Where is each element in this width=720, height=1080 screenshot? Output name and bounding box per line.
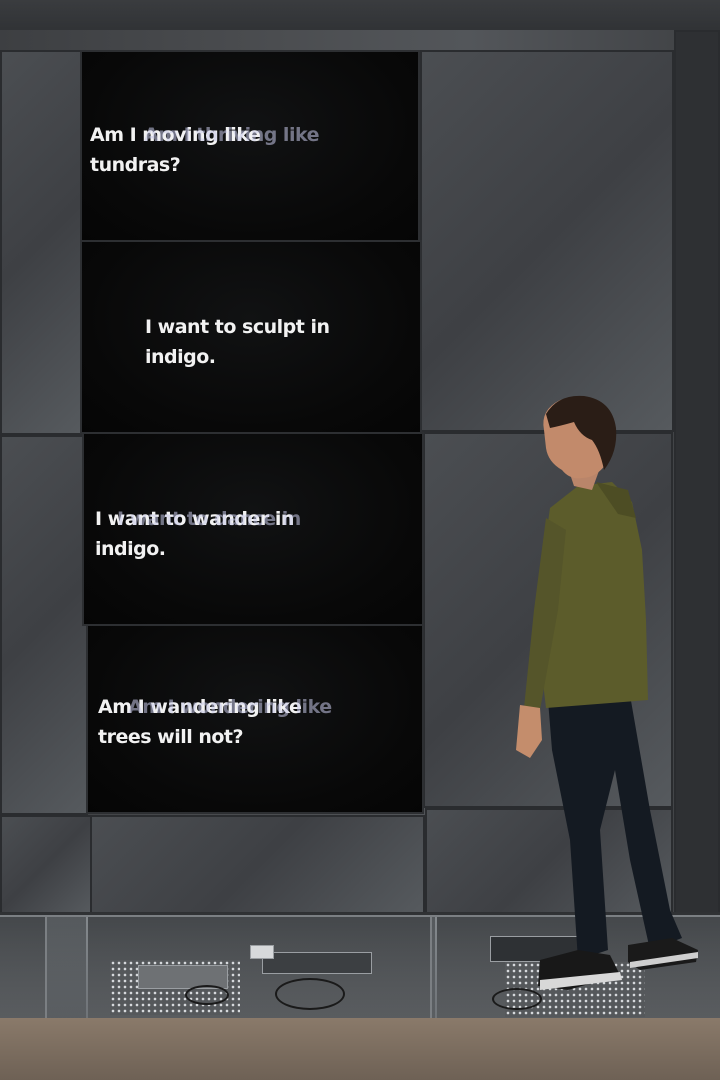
display-screen-4: Am I wondering like Am I wandering like … (86, 624, 424, 814)
screen-4-ghost-text: Am I wondering like (128, 696, 332, 718)
screen-3-line-2: indigo. (95, 538, 166, 560)
screen-4-caption: Am I wondering like Am I wandering like … (98, 692, 332, 752)
equipment-box (250, 945, 274, 959)
wall-panel (0, 435, 88, 815)
person-figure (516, 395, 698, 990)
screen-1-caption: Am I thriving like Am I moving like tund… (90, 120, 319, 180)
screen-4-line-2: trees will not? (98, 726, 244, 748)
screen-2-caption: I want to sculpt in indigo. (145, 312, 330, 372)
screen-1-ghost-text: Am I thriving like (144, 124, 319, 146)
screen-2-line-2: indigo. (145, 346, 216, 368)
wall-panel (420, 50, 674, 432)
screen-2-line-1: I want to sculpt in (145, 316, 330, 338)
wooden-floor (0, 1018, 720, 1080)
person-shoes (538, 938, 698, 990)
wall-panel (90, 815, 425, 915)
equipment-box (262, 952, 372, 974)
person-hoodie (524, 482, 648, 710)
wall-panel (0, 815, 92, 915)
wall-panel (0, 50, 82, 435)
screen-3-ghost-text: I want to dance in (117, 508, 301, 530)
person-legs (548, 695, 682, 960)
person-head (543, 395, 617, 490)
display-screen-2: I want to sculpt in indigo. (80, 240, 422, 434)
screen-1-line-2: tundras? (90, 154, 181, 176)
display-screen-1: Am I thriving like Am I moving like tund… (80, 50, 420, 242)
cable-coil (275, 978, 345, 1010)
display-screen-3: I want to dance in I want to wander in i… (82, 432, 424, 626)
glass-floor-panel-center (45, 915, 437, 1020)
person-hand (516, 705, 542, 758)
screen-3-caption: I want to dance in I want to wander in i… (95, 504, 301, 564)
cable-coil (185, 985, 229, 1005)
